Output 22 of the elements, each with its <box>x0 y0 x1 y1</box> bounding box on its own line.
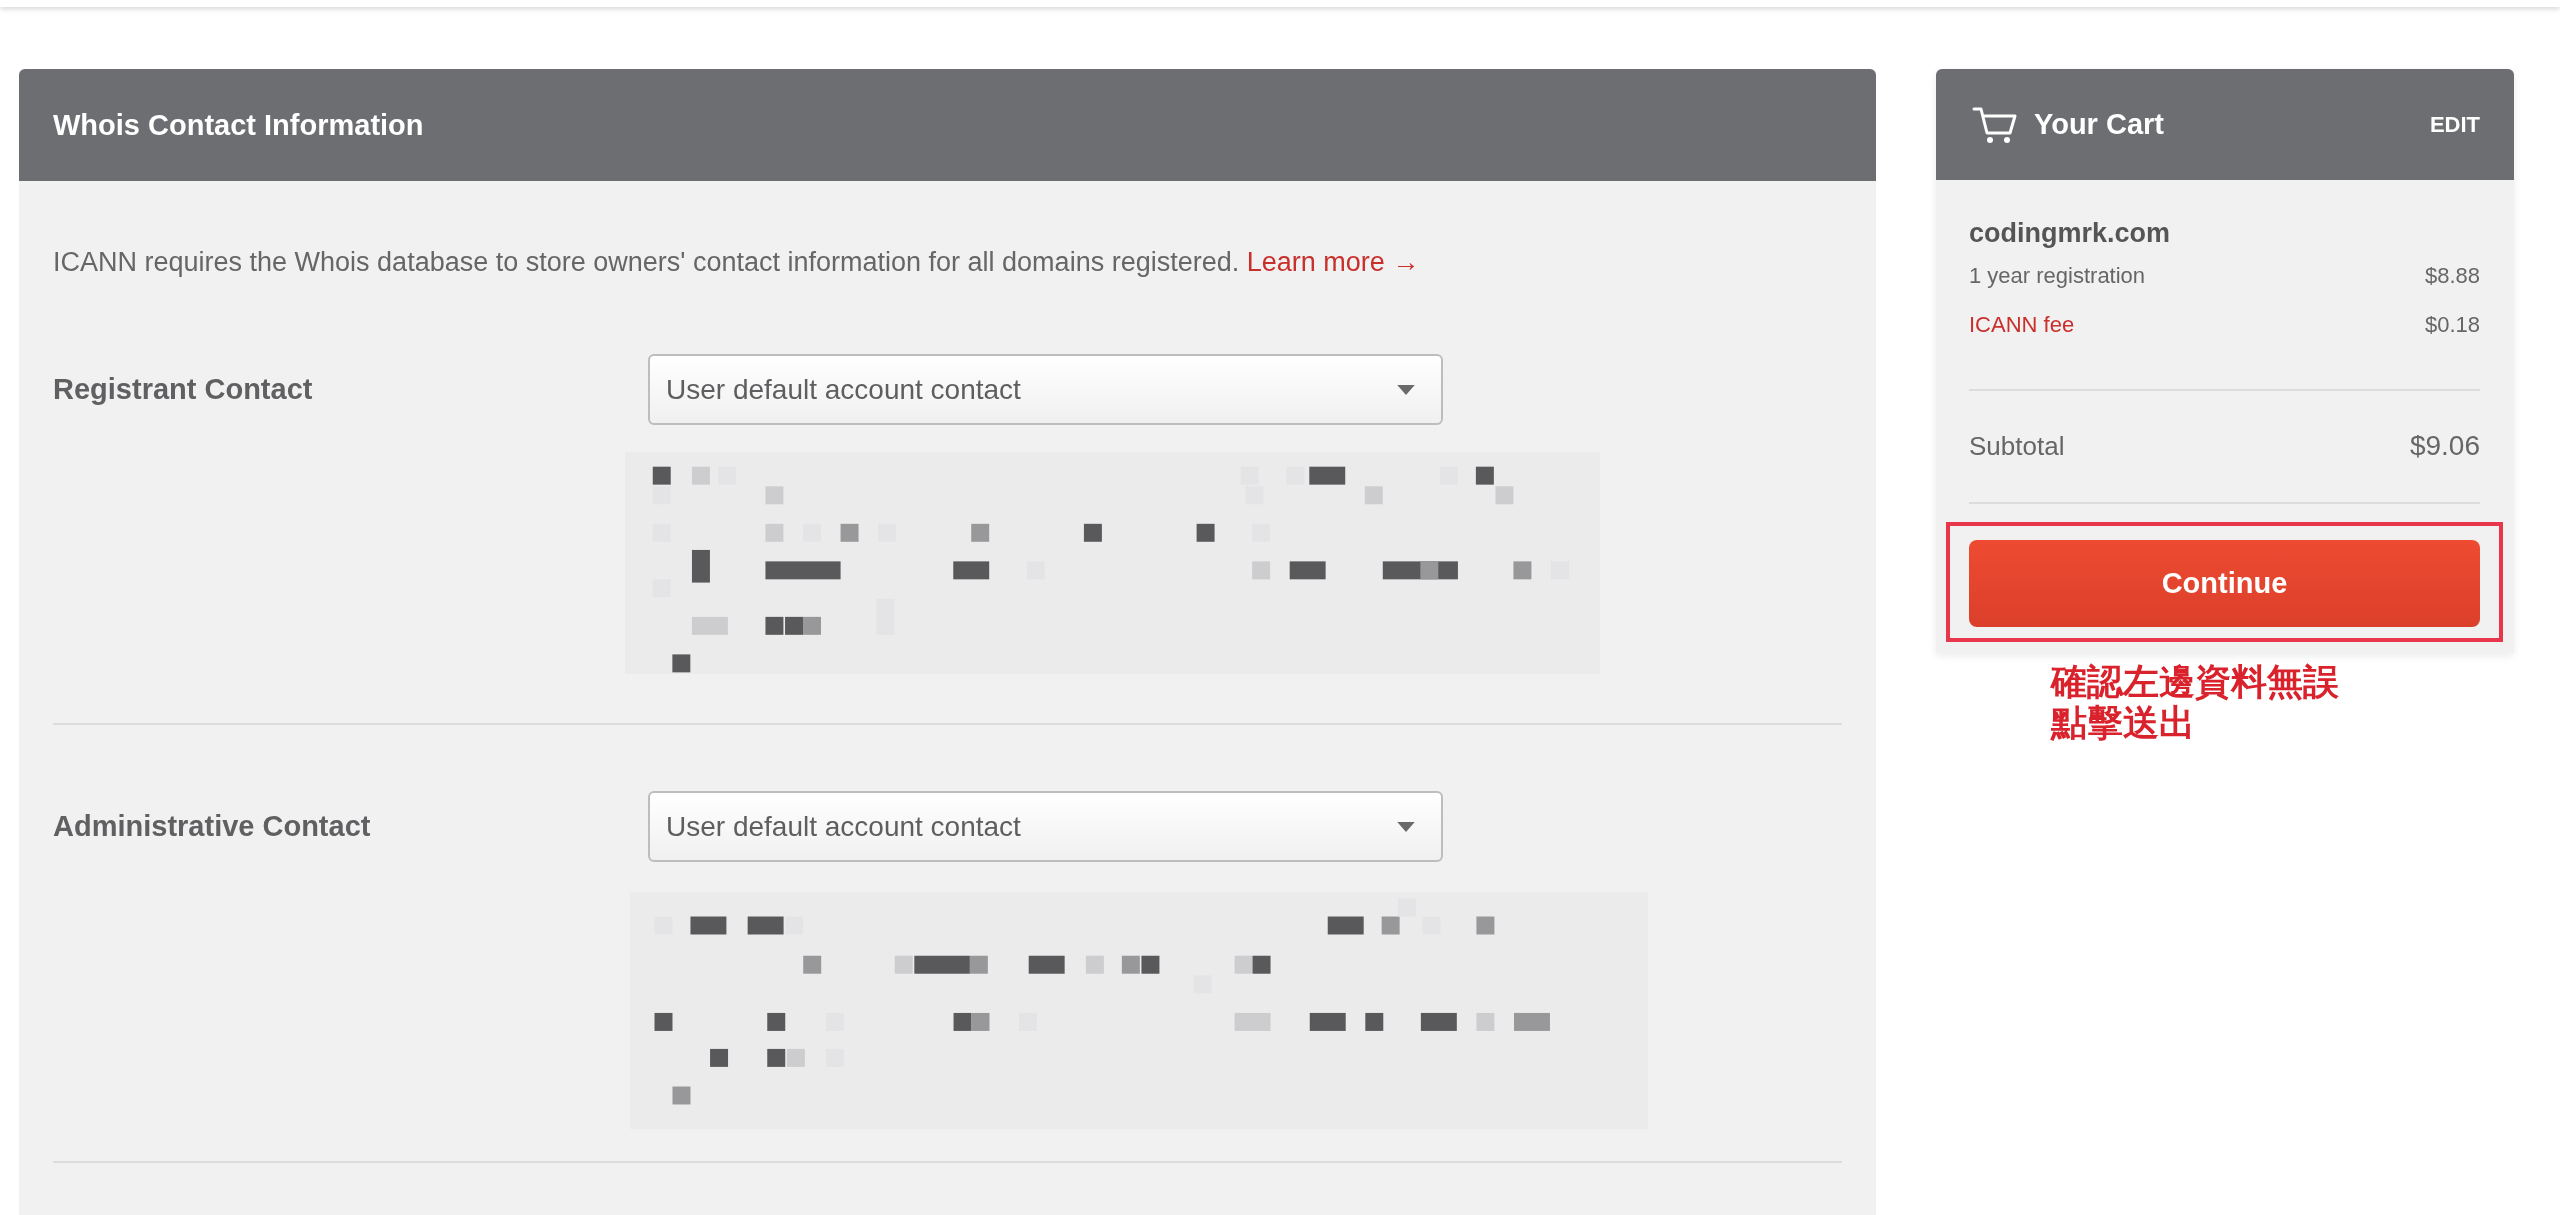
domain-name: codingmrk.com <box>1969 217 2172 250</box>
line-label: ICANN fee <box>1969 311 2075 339</box>
annotation-text: 確認左邊資料無誤 <box>2051 661 2339 702</box>
panel-title: Whois Contact Information <box>53 108 424 142</box>
cart-icon <box>1972 105 2018 144</box>
cart-title: Your Cart <box>2034 108 2165 141</box>
contact-label: Administrative Contact <box>53 809 372 844</box>
line-label: 1 year registration <box>1969 262 2146 290</box>
learn-more-link[interactable]: Learn more → <box>1246 247 1420 277</box>
continue-button[interactable]: Continue <box>1969 540 2480 627</box>
line-price: $8.88 <box>2424 262 2480 290</box>
contact-select[interactable]: User default account contact <box>648 791 1443 862</box>
subtotal-amount: $9.06 <box>2409 430 2480 462</box>
contact-select[interactable]: User default account contact <box>648 354 1443 425</box>
intro-text: ICANN requires the Whois database to store owners' contact information for all domains registered. Learn more → <box>53 246 1421 279</box>
annotation-text: 點擊送出 <box>2051 702 2195 743</box>
line-price: $0.18 <box>2424 311 2480 339</box>
contact-label: Registrant Contact <box>53 372 314 407</box>
subtotal-label: Subtotal <box>1969 430 2065 462</box>
caret-icon <box>1397 384 1415 395</box>
edit-link[interactable]: EDIT <box>2429 111 2480 138</box>
caret-icon <box>1397 821 1415 832</box>
